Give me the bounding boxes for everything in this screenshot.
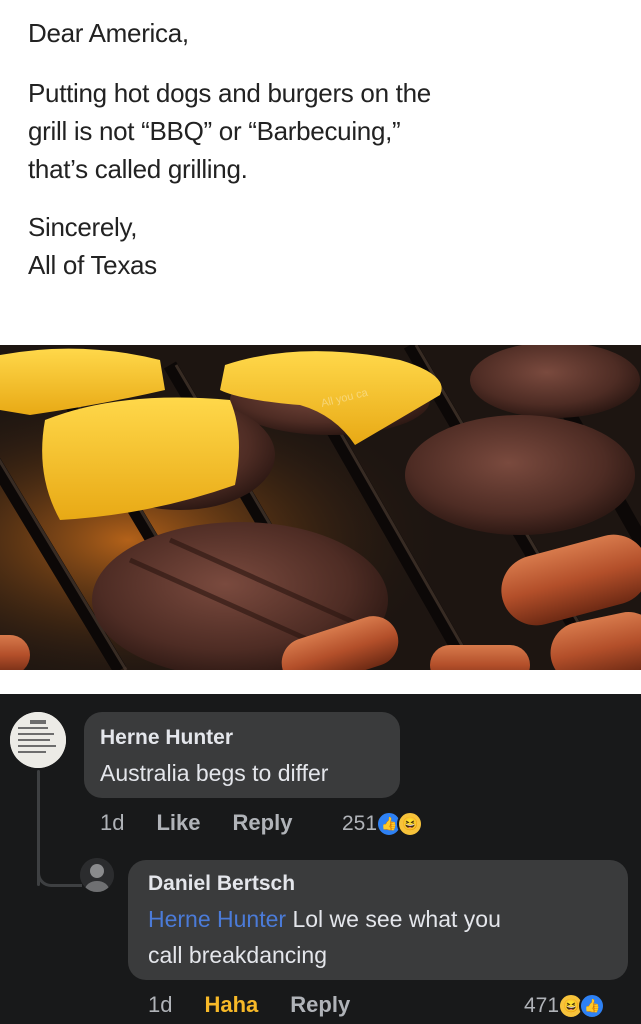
- avatar-image: [10, 712, 66, 768]
- text-post: Dear America, Putting hot dogs and burge…: [28, 14, 628, 284]
- comment-text: Lol we see what you: [286, 906, 501, 932]
- comment-time[interactable]: 1d: [148, 992, 172, 1018]
- comment-text-line: Herne Hunter Lol we see what you: [148, 902, 501, 936]
- like-reaction-icon: 👍: [579, 993, 606, 1019]
- avatar[interactable]: [10, 712, 66, 768]
- post-body-line: that’s called grilling.: [28, 154, 248, 184]
- avatar[interactable]: [80, 858, 114, 892]
- comments-section: Herne Hunter Australia begs to differ 1d…: [0, 694, 641, 1024]
- reaction-summary[interactable]: 251 👍 😆: [342, 811, 424, 837]
- comment-actions: 1d Haha Reply: [148, 992, 382, 1018]
- post-body-line: Putting hot dogs and burgers on the: [28, 78, 431, 108]
- post-body-line: grill is not “BBQ” or “Barbecuing,”: [28, 116, 401, 146]
- comment-bubble: Daniel Bertsch Herne Hunter Lol we see w…: [128, 860, 628, 980]
- comment-time[interactable]: 1d: [100, 810, 124, 836]
- reaction-summary[interactable]: 471 😆 👍: [524, 993, 606, 1019]
- comment-author[interactable]: Daniel Bertsch: [148, 872, 295, 896]
- comment-actions: 1d Like Reply: [100, 810, 324, 836]
- post-signature: All of Texas: [28, 250, 157, 280]
- avatar-image: [80, 858, 114, 892]
- like-button[interactable]: Like: [156, 810, 200, 836]
- reaction-count: 251: [342, 812, 378, 835]
- comment-text: call breakdancing: [148, 942, 328, 968]
- thread-connector: [37, 869, 82, 887]
- reply-button[interactable]: Reply: [290, 992, 350, 1018]
- haha-button[interactable]: Haha: [204, 992, 258, 1018]
- comment-bubble: Herne Hunter Australia begs to differ: [84, 712, 400, 798]
- mention-link[interactable]: Herne Hunter: [148, 906, 286, 932]
- comment-text: Australia begs to differ: [100, 760, 329, 786]
- reply-button[interactable]: Reply: [233, 810, 293, 836]
- post-signoff: Sincerely,: [28, 212, 138, 242]
- post-greeting: Dear America,: [28, 18, 189, 48]
- comment-author[interactable]: Herne Hunter: [100, 726, 233, 750]
- grill-photo-illustration: All you ca: [0, 345, 641, 670]
- reaction-count: 471: [524, 994, 560, 1017]
- haha-reaction-icon: 😆: [397, 811, 424, 837]
- grill-photo: All you ca: [0, 345, 641, 670]
